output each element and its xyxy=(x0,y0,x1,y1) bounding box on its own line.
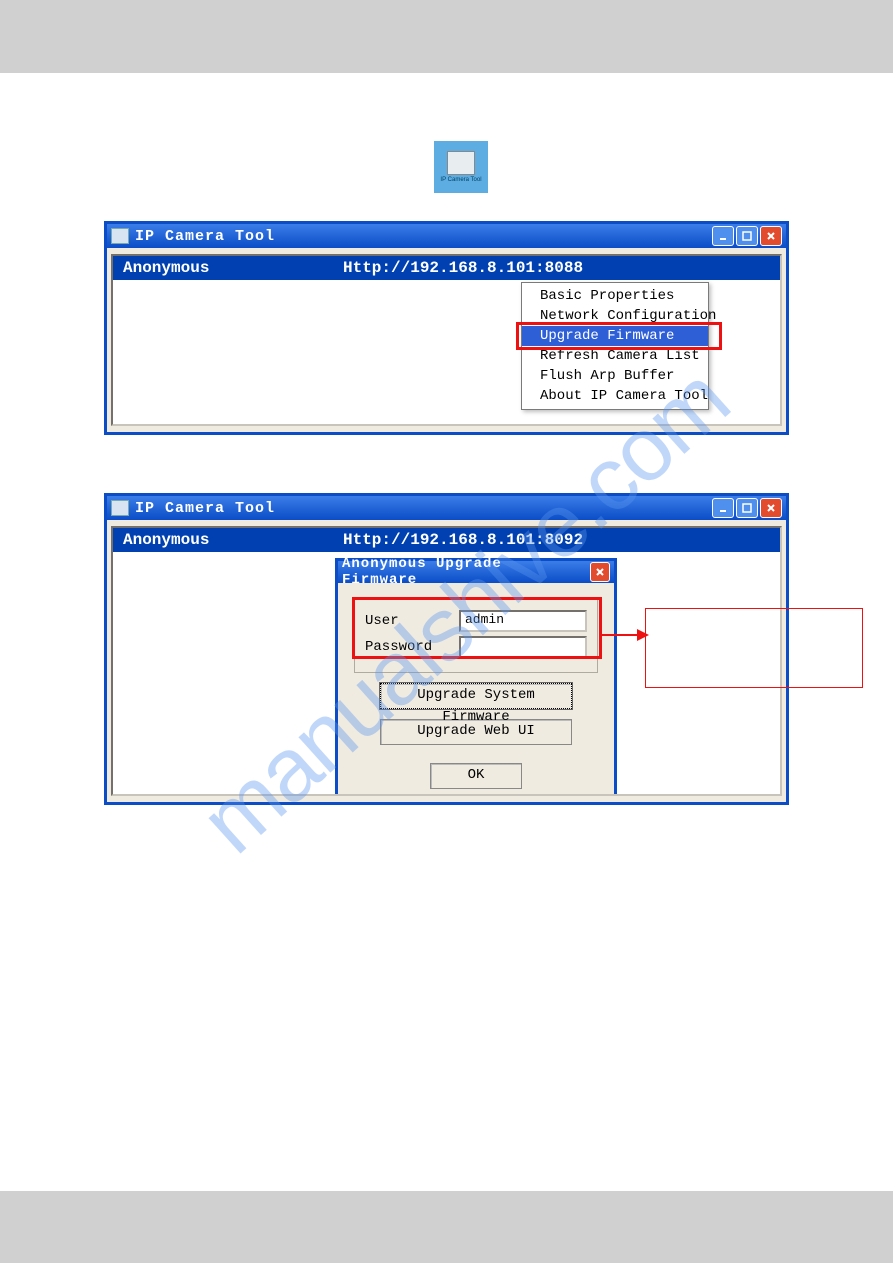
menu-refresh-camera-list[interactable]: Refresh Camera List xyxy=(522,346,708,366)
camera-name: Anonymous xyxy=(123,531,343,549)
menu-upgrade-firmware[interactable]: Upgrade Firmware xyxy=(522,326,708,346)
ok-button[interactable]: OK xyxy=(430,763,522,789)
upgrade-web-ui-button[interactable]: Upgrade Web UI xyxy=(380,719,572,745)
menu-basic-properties[interactable]: Basic Properties xyxy=(522,286,708,306)
context-menu: Basic Properties Network Configuration U… xyxy=(521,282,709,410)
window-ipcamera-tool-2: IP Camera Tool Anonymous Http://192.168.… xyxy=(104,493,789,805)
dialog-titlebar[interactable]: Anonymous Upgrade Firmware xyxy=(338,561,614,583)
dialog-close-button[interactable] xyxy=(590,562,610,582)
password-label: Password xyxy=(365,639,451,655)
menu-network-configuration[interactable]: Network Configuration xyxy=(522,306,708,326)
desktop-icon-ipcamera[interactable]: IP Camera Tool xyxy=(434,141,488,193)
camera-list-row[interactable]: Anonymous Http://192.168.8.101:8092 xyxy=(113,528,780,552)
upgrade-system-firmware-button[interactable]: Upgrade System Firmware xyxy=(380,683,572,709)
password-input[interactable] xyxy=(459,636,587,658)
camera-url: Http://192.168.8.101:8092 xyxy=(343,531,770,549)
titlebar[interactable]: IP Camera Tool xyxy=(107,224,786,248)
menu-flush-arp-buffer[interactable]: Flush Arp Buffer xyxy=(522,366,708,386)
desktop-icon-label: IP Camera Tool xyxy=(440,177,481,183)
window-ipcamera-tool-1: IP Camera Tool Anonymous Http://192.168.… xyxy=(104,221,789,435)
camera-list-row[interactable]: Anonymous Http://192.168.8.101:8088 xyxy=(113,256,780,280)
close-button[interactable] xyxy=(760,226,782,246)
dialog-title: Anonymous Upgrade Firmware xyxy=(342,556,584,588)
menu-about-tool[interactable]: About IP Camera Tool xyxy=(522,386,708,406)
user-label: User xyxy=(365,613,451,629)
app-icon xyxy=(111,228,129,244)
maximize-button[interactable] xyxy=(736,226,758,246)
camera-name: Anonymous xyxy=(123,259,343,277)
dialog-upgrade-firmware: Anonymous Upgrade Firmware User admin Pa… xyxy=(335,558,617,796)
camera-icon xyxy=(447,151,475,175)
app-icon xyxy=(111,500,129,516)
minimize-button[interactable] xyxy=(712,226,734,246)
titlebar[interactable]: IP Camera Tool xyxy=(107,496,786,520)
callout-box xyxy=(645,608,863,688)
window-title: IP Camera Tool xyxy=(135,500,275,517)
maximize-button[interactable] xyxy=(736,498,758,518)
close-button[interactable] xyxy=(760,498,782,518)
callout-arrow-line xyxy=(601,634,641,636)
window-title: IP Camera Tool xyxy=(135,228,275,245)
bottom-band xyxy=(0,1191,893,1263)
camera-url: Http://192.168.8.101:8088 xyxy=(343,259,770,277)
user-input[interactable]: admin xyxy=(459,610,587,632)
minimize-button[interactable] xyxy=(712,498,734,518)
credentials-group: User admin Password xyxy=(354,597,598,673)
top-band xyxy=(0,0,893,73)
